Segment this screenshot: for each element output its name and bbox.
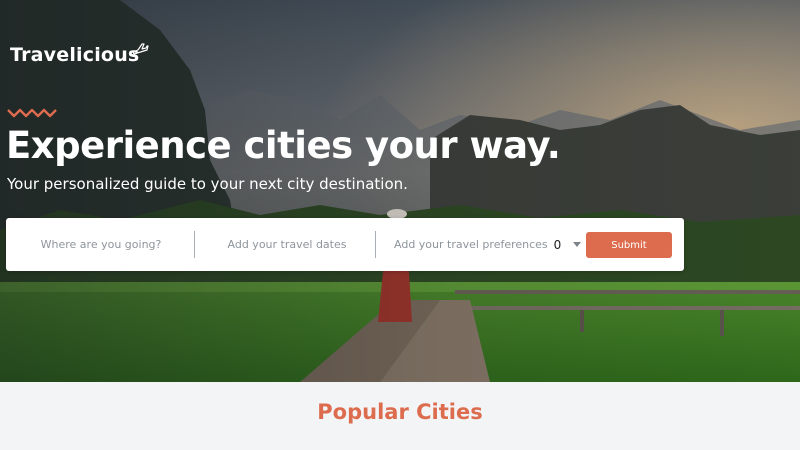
hero-section: Travelicious Experience cities your way.… [0, 0, 800, 382]
destination-field[interactable]: Where are you going? [6, 218, 196, 271]
popular-cities-section: Popular Cities [0, 382, 800, 450]
preferences-label: Add your travel preferences [394, 238, 548, 251]
search-divider [194, 231, 195, 258]
brand-logo[interactable]: Travelicious [10, 44, 139, 66]
chevron-down-icon[interactable] [573, 242, 582, 247]
hero-subheadline: Your personalized guide to your next cit… [7, 175, 408, 193]
submit-button[interactable]: Submit [586, 232, 672, 258]
preferences-count: 0 [553, 237, 562, 252]
search-divider [375, 231, 376, 258]
hero-headline: Experience cities your way. [6, 124, 561, 167]
travel-preferences-dropdown[interactable]: Add your travel preferences 0 [378, 218, 582, 271]
popular-cities-title: Popular Cities [317, 400, 483, 424]
search-bar: Where are you going? Add your travel dat… [6, 218, 684, 271]
airplane-icon [132, 43, 149, 55]
travel-dates-field[interactable]: Add your travel dates [196, 218, 378, 271]
wave-icon [7, 108, 57, 118]
